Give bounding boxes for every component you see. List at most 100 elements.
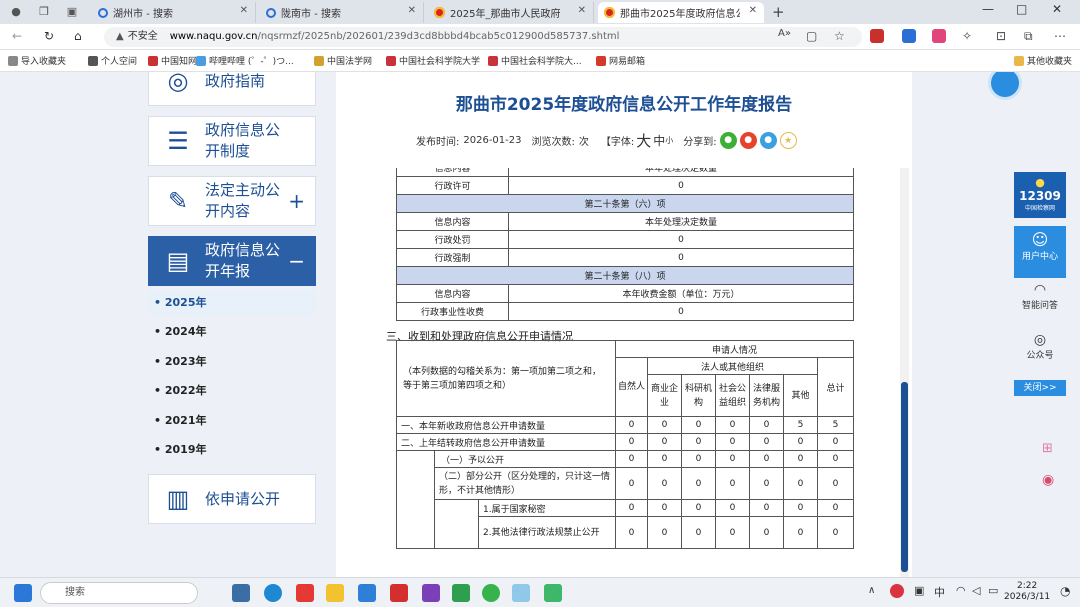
table-cell: 0 <box>681 450 716 468</box>
expand-icon[interactable]: + <box>288 189 305 213</box>
table-cell: 0 <box>783 433 818 451</box>
task-view-icon[interactable] <box>232 584 250 602</box>
new-tab-button[interactable]: + <box>772 3 785 21</box>
tab-2[interactable]: 陇南市 - 搜索 ✕ <box>260 2 424 23</box>
wps-icon[interactable] <box>390 584 408 602</box>
table-cell: 0 <box>783 499 818 517</box>
sidebar-item-1[interactable]: ◎ 政府指南 <box>148 72 316 106</box>
wifi-icon[interactable]: ◠ <box>956 584 966 597</box>
chat-app-icon[interactable] <box>544 584 562 602</box>
hotline-12309[interactable]: ● 12309 中国检察网 <box>1014 172 1066 218</box>
close-panel-button[interactable]: 关闭>> <box>1014 380 1066 396</box>
font-size-small[interactable]: 小 <box>665 135 673 146</box>
edge-icon[interactable] <box>264 584 282 602</box>
youdao-icon[interactable] <box>296 584 314 602</box>
favorite-star-icon[interactable]: ☆ <box>834 29 845 43</box>
more-menu-icon[interactable]: ⋯ <box>1054 29 1066 43</box>
sidebar-item-3[interactable]: ✎ 法定主动公开内容 + <box>148 176 316 226</box>
sidebar-year-item[interactable]: • 2023年 <box>148 349 316 375</box>
split-screen-icon[interactable]: ⊡ <box>996 29 1006 43</box>
refresh-icon[interactable]: ↻ <box>44 29 54 43</box>
smart-qa-button[interactable]: ◠ 智能问答 <box>1014 282 1066 326</box>
user-center-button[interactable]: ☺ 用户中心 <box>1014 226 1066 278</box>
excel-icon[interactable] <box>452 584 470 602</box>
back-icon[interactable]: ← <box>12 29 22 43</box>
bookmark-item[interactable]: 导入收藏夹 <box>8 54 66 67</box>
extensions-puzzle-icon[interactable]: ✧ <box>962 29 972 43</box>
official-account-button[interactable]: ◎ 公众号 <box>1014 332 1066 372</box>
notification-icon[interactable]: ◔ <box>1060 584 1070 598</box>
table-cell: 本年处理决定数量 <box>508 212 854 231</box>
bookmark-item[interactable]: 中国法学网 <box>314 54 372 67</box>
font-size-medium[interactable]: 中 <box>653 132 665 149</box>
bullet-icon: • <box>154 296 165 309</box>
minimize-icon[interactable]: — <box>982 2 994 16</box>
todo-icon[interactable] <box>358 584 376 602</box>
taskbar-search[interactable]: 搜索 <box>40 582 198 604</box>
close-window-icon[interactable]: ✕ <box>1052 2 1062 16</box>
bookmark-item[interactable]: 个人空间 <box>88 54 137 67</box>
ime-indicator[interactable]: 中 <box>934 584 945 600</box>
table-cell: 行政许可 <box>396 176 509 195</box>
sidebar-year-item[interactable]: • 2025年 <box>148 290 316 316</box>
bookmark-item[interactable]: 哔哩哔哩 (゜-゜)つ... <box>196 54 294 67</box>
read-aloud-icon[interactable]: A» <box>778 28 791 39</box>
taskbar-clock[interactable]: 2:22 2026/3/11 <box>1004 581 1050 603</box>
network-app-icon[interactable] <box>512 584 530 602</box>
tray-app-icon[interactable] <box>890 584 904 598</box>
table-cell: 0 <box>647 467 682 500</box>
qq-share-icon[interactable]: ● <box>759 132 777 149</box>
tab-1[interactable]: 湖州市 - 搜索 ✕ <box>92 2 256 23</box>
qzone-share-icon[interactable]: ★ <box>779 132 797 149</box>
side-ext-icon[interactable]: ◉ <box>1042 472 1054 488</box>
bookmark-item[interactable]: 中国社会科学院大学 <box>386 54 480 67</box>
onenote-icon[interactable] <box>422 584 440 602</box>
weibo-share-icon[interactable]: ● <box>739 132 757 149</box>
battery-icon[interactable]: ▭ <box>988 584 998 597</box>
table-cell: 0 <box>749 450 784 468</box>
workspaces-icon[interactable]: ❐ <box>36 4 52 20</box>
collections-icon[interactable]: ⧉ <box>1024 29 1033 44</box>
collapse-icon[interactable]: − <box>288 249 305 273</box>
extension-icon[interactable] <box>902 29 916 43</box>
table-cell: 0 <box>715 516 750 549</box>
tray-chevron-icon[interactable]: ∧ <box>868 585 875 596</box>
chat-bubble-icon[interactable] <box>988 72 1022 100</box>
tray-app2-icon[interactable]: ▣ <box>914 584 924 597</box>
font-size-large[interactable]: 大 <box>636 130 651 151</box>
file-explorer-icon[interactable] <box>326 584 344 602</box>
tab-3[interactable]: 2025年_那曲市人民政府 ✕ <box>428 2 594 23</box>
sidebar-year-item[interactable]: • 2022年 <box>148 378 316 404</box>
tab-4[interactable]: 那曲市2025年度政府信息公开工作✕ <box>598 2 764 23</box>
close-tab-icon[interactable]: ✕ <box>749 5 757 16</box>
extension-icon[interactable] <box>932 29 946 43</box>
sidebar-year-item[interactable]: • 2019年 <box>148 437 316 463</box>
profile-icon[interactable]: ● <box>8 4 24 20</box>
volume-icon[interactable]: ◁ <box>972 584 980 597</box>
home-icon[interactable]: ⌂ <box>74 29 82 43</box>
close-tab-icon[interactable]: ✕ <box>408 5 416 16</box>
extension-badge-icon[interactable] <box>870 29 884 43</box>
sidebar-year-item[interactable]: • 2021年 <box>148 408 316 434</box>
maximize-icon[interactable]: □ <box>1016 2 1027 16</box>
sidebar-item-apply[interactable]: ▥ 依申请公开 <box>148 474 316 524</box>
url-field[interactable]: ▲ 不安全 www.naqu.gov.cn/nqsrmzf/2025nb/20260… <box>104 27 862 47</box>
tab-actions-icon[interactable]: ▣ <box>64 4 80 20</box>
table-row: 1.属于国家秘密 0 0 0 0 0 0 0 <box>397 499 854 549</box>
sidebar-item-4[interactable]: ▤ 政府信息公开年报 − <box>148 236 316 286</box>
bookmark-item[interactable]: 中国社会科学院大... <box>488 54 582 67</box>
wechat-app-icon[interactable] <box>482 584 500 602</box>
bookmark-item[interactable]: 网易邮箱 <box>596 54 645 67</box>
scrollbar-thumb[interactable] <box>901 382 908 572</box>
windows-start-icon[interactable] <box>14 584 32 602</box>
app-icon[interactable]: ▢ <box>806 29 817 43</box>
wechat-share-icon[interactable]: ● <box>719 132 737 149</box>
table-cell: 信息内容 <box>396 284 509 303</box>
side-apps-icon[interactable]: ⊞ <box>1042 441 1053 456</box>
sidebar-year-item[interactable]: • 2024年 <box>148 319 316 345</box>
sidebar-item-2[interactable]: ☰ 政府信息公开制度 <box>148 116 316 166</box>
close-tab-icon[interactable]: ✕ <box>240 5 248 16</box>
bookmark-item[interactable]: 中国知网 <box>148 54 197 67</box>
bookmark-other[interactable]: 其他收藏夹 <box>1014 54 1072 67</box>
close-tab-icon[interactable]: ✕ <box>578 5 586 16</box>
